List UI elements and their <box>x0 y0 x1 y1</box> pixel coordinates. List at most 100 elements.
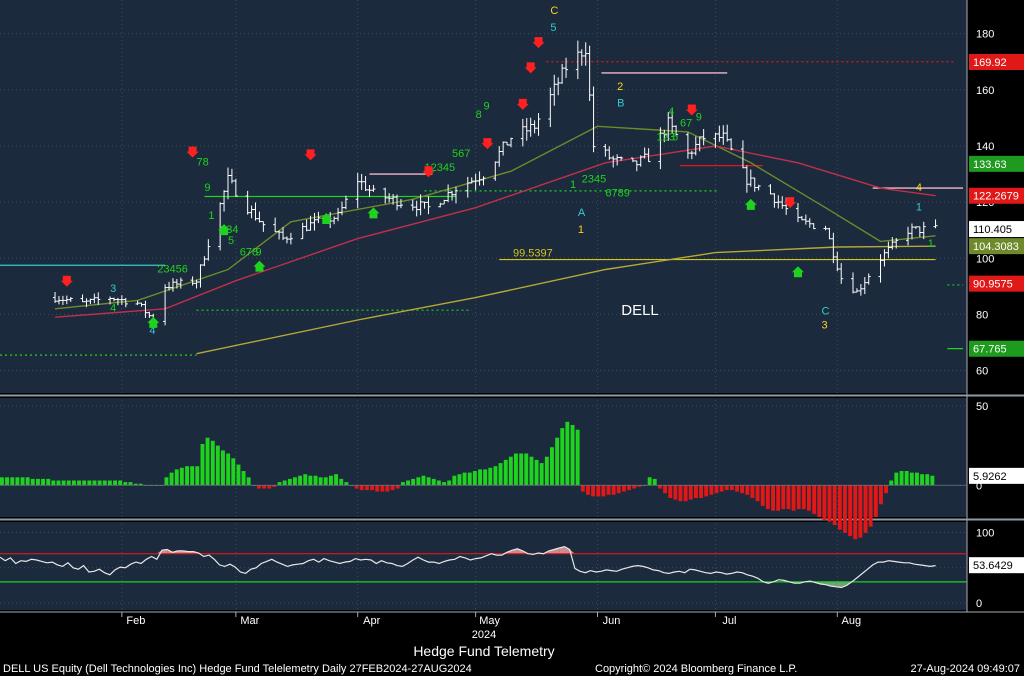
histogram-bar <box>503 459 508 486</box>
histogram-bar <box>740 485 745 494</box>
histogram-bar <box>909 472 914 486</box>
demark-count: 4 <box>668 106 674 118</box>
price-tick-label: 180 <box>976 29 994 41</box>
histogram-bar <box>796 485 801 510</box>
histogram-bar <box>118 480 123 486</box>
histogram-bar <box>673 485 678 500</box>
demark-count: 5 <box>550 22 556 34</box>
histogram-bar <box>904 471 909 486</box>
demark-count: 1 <box>570 179 576 191</box>
histogram-bar <box>812 485 817 514</box>
histogram-bar <box>652 478 657 486</box>
histogram-bar <box>616 485 621 494</box>
osc-tick-label: 100 <box>976 528 994 540</box>
histogram-bar <box>765 485 770 510</box>
histogram-bar <box>483 469 488 486</box>
histogram-bar <box>107 480 112 486</box>
histogram-bar <box>370 485 374 491</box>
price-tick-label: 60 <box>976 366 988 378</box>
histogram-bar <box>293 477 297 486</box>
histogram-bar <box>282 480 287 486</box>
histogram-bar <box>555 437 560 486</box>
value-label-text: 5.9262 <box>973 471 1007 483</box>
histogram-bar <box>277 482 282 486</box>
histogram-bar <box>544 456 549 486</box>
histogram-bar <box>791 485 796 511</box>
histogram-bar <box>442 482 446 486</box>
histogram-bar <box>185 466 189 486</box>
histogram-bar <box>406 480 410 486</box>
price-value-label: 122.2679 <box>969 187 1024 204</box>
histogram-bar <box>771 485 775 511</box>
histogram-bar <box>174 469 179 486</box>
histogram-bar <box>611 485 616 495</box>
month-label: Aug <box>841 615 861 627</box>
histogram-bar <box>539 463 544 486</box>
histogram-bar <box>416 477 421 486</box>
histogram-bar <box>452 475 457 486</box>
histogram-bar <box>236 464 241 486</box>
value-label-text: 67.765 <box>973 344 1007 356</box>
histogram-bar <box>51 480 56 486</box>
histogram-bar <box>853 485 858 540</box>
demark-count: C <box>550 5 558 17</box>
histogram-bar <box>493 466 498 486</box>
histogram-bar <box>694 485 698 498</box>
histogram-bar <box>627 485 631 491</box>
demark-count: 78 <box>197 157 209 169</box>
histogram-bar <box>15 477 20 486</box>
histogram-bar <box>375 485 380 492</box>
histogram-bar <box>72 480 76 486</box>
demark-count: 9 <box>204 182 210 194</box>
histogram-bar <box>899 471 904 486</box>
value-label-text: 104.3083 <box>973 241 1019 253</box>
histogram-panel <box>0 398 967 517</box>
histogram-bar <box>622 485 626 492</box>
histogram-bar <box>714 485 719 494</box>
histogram-bar <box>596 485 601 497</box>
demark-count: 4 <box>916 182 922 194</box>
histogram-bar <box>195 466 200 486</box>
price-value-label: 90.9575 <box>969 275 1024 292</box>
histogram-bar <box>514 453 518 486</box>
histogram-bar <box>843 485 847 533</box>
month-label: Feb <box>126 615 145 627</box>
histogram-bar <box>431 478 436 486</box>
histogram-bar <box>246 477 251 486</box>
histogram-bar <box>729 485 734 491</box>
price-panel <box>0 0 967 393</box>
demark-count: 67 <box>680 117 692 129</box>
histogram-bar <box>267 485 272 489</box>
histogram-bar <box>226 453 231 486</box>
histogram-bar <box>303 474 308 486</box>
price-value-label: 169.92 <box>969 53 1024 70</box>
month-label: Apr <box>363 615 380 627</box>
histogram-bar <box>354 485 359 489</box>
histogram-bar <box>478 469 482 486</box>
histogram-bar <box>801 485 806 510</box>
price-tick-label: 80 <box>976 309 988 321</box>
histogram-bar <box>447 480 452 486</box>
histogram-bar <box>41 478 45 486</box>
histogram-bar <box>462 472 467 486</box>
demark-count: 9 <box>696 112 702 124</box>
price-tick-label: 160 <box>976 85 994 97</box>
histogram-bar <box>287 478 292 486</box>
histogram-bar <box>329 475 333 486</box>
histogram-bar <box>313 475 318 486</box>
histogram-bar <box>719 485 724 492</box>
price-tick-label: 140 <box>976 141 994 153</box>
month-label: Jul <box>722 615 736 627</box>
histogram-bar <box>339 478 344 486</box>
histogram-bar <box>411 478 416 486</box>
histogram-bar <box>678 485 683 502</box>
demark-count: A <box>578 207 586 219</box>
histogram-bar <box>113 480 117 486</box>
histogram-bar <box>66 480 71 486</box>
histogram-bar <box>606 485 611 495</box>
demark-count: B <box>617 98 624 110</box>
histogram-bar <box>580 485 585 492</box>
histogram-bar <box>92 480 97 486</box>
histogram-bar <box>5 477 9 486</box>
histogram-bar <box>318 477 323 486</box>
